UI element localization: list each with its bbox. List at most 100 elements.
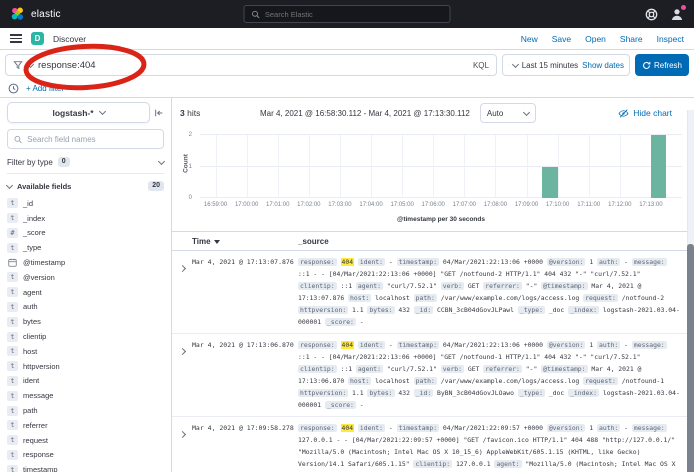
time-range-label[interactable]: Last 15 minutes bbox=[522, 61, 578, 70]
hide-chart-button[interactable]: Hide chart bbox=[618, 108, 672, 119]
elastic-brand[interactable]: elastic bbox=[10, 7, 61, 21]
source-field-name: auth: bbox=[597, 341, 620, 349]
scrollbar-thumb[interactable] bbox=[687, 244, 694, 472]
chevron-down-icon[interactable] bbox=[27, 60, 34, 67]
sort-desc-icon[interactable] bbox=[214, 240, 220, 244]
x-tick-label: 17:07:00 bbox=[453, 202, 476, 208]
show-dates-button[interactable]: Show dates bbox=[582, 61, 624, 70]
filter-funnel-icon[interactable] bbox=[13, 60, 23, 70]
time-column-header[interactable]: Time bbox=[192, 237, 298, 246]
filter-options-icon[interactable] bbox=[8, 83, 19, 94]
available-fields-header[interactable]: Available fields 20 bbox=[7, 181, 164, 191]
x-tick-label: 16:59:00 bbox=[204, 202, 227, 208]
field-list: t_idt_index#_scoret_type@timestampt@vers… bbox=[7, 196, 164, 472]
field-item[interactable]: tauth bbox=[7, 300, 164, 315]
interval-select[interactable]: Auto bbox=[480, 103, 536, 123]
field-item[interactable]: @timestamp bbox=[7, 255, 164, 270]
field-item[interactable]: t_id bbox=[7, 196, 164, 211]
notification-dot bbox=[681, 5, 686, 10]
histogram-bar[interactable] bbox=[542, 167, 558, 199]
doc-time: Mar 4, 2021 @ 17:13:07.876 bbox=[192, 256, 298, 328]
source-field-name: timestamp: bbox=[397, 341, 439, 349]
hits-count: 3 hits bbox=[180, 108, 260, 118]
index-pattern-select[interactable]: logstash-* bbox=[7, 102, 150, 123]
field-name: httpversion bbox=[23, 362, 60, 371]
query-input[interactable]: response:404 KQL bbox=[5, 54, 497, 76]
text-field-icon: t bbox=[7, 287, 18, 297]
collapse-sidebar-icon[interactable] bbox=[154, 108, 164, 118]
y-tick-label: 1 bbox=[189, 164, 192, 170]
query-language-button[interactable]: KQL bbox=[469, 61, 489, 70]
share-button[interactable]: Share bbox=[620, 34, 643, 44]
chevron-right-icon bbox=[179, 348, 186, 355]
field-item[interactable]: treferrer bbox=[7, 418, 164, 433]
field-item[interactable]: tident bbox=[7, 374, 164, 389]
save-button[interactable]: Save bbox=[552, 34, 571, 44]
date-picker[interactable]: Last 15 minutes Show dates bbox=[502, 54, 630, 76]
inspect-button[interactable]: Inspect bbox=[657, 34, 684, 44]
menu-icon[interactable] bbox=[10, 34, 22, 43]
source-field-name: path: bbox=[414, 377, 437, 385]
field-item[interactable]: tresponse bbox=[7, 448, 164, 463]
field-item[interactable]: tagent bbox=[7, 285, 164, 300]
help-icon[interactable] bbox=[645, 8, 658, 21]
source-field-name: bytes: bbox=[367, 389, 394, 397]
expand-row-button[interactable] bbox=[180, 422, 192, 472]
histogram-bar[interactable] bbox=[651, 135, 667, 198]
x-axis-ticks: 16:59:0017:00:0017:01:0017:02:0017:03:00… bbox=[200, 202, 682, 211]
calendar-icon[interactable] bbox=[508, 60, 509, 70]
text-field-icon: t bbox=[7, 332, 18, 342]
field-item[interactable]: #_score bbox=[7, 226, 164, 241]
scrollbar-track[interactable] bbox=[687, 110, 694, 472]
field-search-input[interactable] bbox=[27, 135, 157, 144]
text-field-icon: t bbox=[7, 465, 18, 472]
chevron-down-icon[interactable] bbox=[512, 60, 519, 67]
source-field-name: agent: bbox=[356, 365, 383, 373]
field-item[interactable]: tbytes bbox=[7, 314, 164, 329]
add-filter-button[interactable]: + Add filter bbox=[26, 84, 64, 93]
open-button[interactable]: Open bbox=[585, 34, 606, 44]
number-field-icon: # bbox=[7, 228, 18, 238]
expand-row-button[interactable] bbox=[180, 256, 192, 328]
source-field-name: timestamp: bbox=[397, 424, 439, 432]
content-body: logstash-* Filter by type 0 Available bbox=[0, 98, 694, 472]
field-name: request bbox=[23, 436, 48, 445]
user-avatar[interactable] bbox=[670, 7, 684, 21]
global-search-input[interactable] bbox=[265, 10, 443, 19]
source-field-name: _type: bbox=[518, 389, 545, 397]
x-tick-label: 17:04:00 bbox=[359, 202, 382, 208]
field-item[interactable]: tmessage bbox=[7, 388, 164, 403]
x-gridline bbox=[620, 135, 621, 198]
field-search[interactable] bbox=[7, 129, 164, 149]
histogram-plot[interactable] bbox=[200, 135, 682, 198]
refresh-icon bbox=[642, 61, 651, 70]
field-item[interactable]: tpath bbox=[7, 403, 164, 418]
source-field-name: _index: bbox=[568, 306, 599, 314]
hide-chart-label: Hide chart bbox=[633, 108, 672, 118]
source-field-name: path: bbox=[414, 294, 437, 302]
new-button[interactable]: New bbox=[521, 34, 538, 44]
expand-row-button[interactable] bbox=[180, 339, 192, 411]
field-item[interactable]: t_index bbox=[7, 211, 164, 226]
field-item[interactable]: t@version bbox=[7, 270, 164, 285]
field-item[interactable]: thttpversion bbox=[7, 359, 164, 374]
field-name: timestamp bbox=[23, 465, 58, 472]
field-item[interactable]: trequest bbox=[7, 433, 164, 448]
field-item[interactable]: t timestamp bbox=[7, 462, 164, 472]
top-nav-actions: New Save Open Share Inspect bbox=[521, 34, 684, 44]
source-field-name: verb: bbox=[441, 282, 464, 290]
query-text[interactable]: response:404 bbox=[38, 60, 464, 71]
filter-by-type[interactable]: Filter by type 0 bbox=[7, 155, 164, 174]
field-name: auth bbox=[23, 302, 38, 311]
source-column-header: _source bbox=[298, 237, 694, 246]
field-item[interactable]: t clientip bbox=[7, 329, 164, 344]
field-item[interactable]: thost bbox=[7, 344, 164, 359]
global-search[interactable] bbox=[244, 5, 451, 23]
x-tick-label: 17:06:00 bbox=[422, 202, 445, 208]
x-tick-label: 17:13:00 bbox=[639, 202, 662, 208]
source-field-name: _id: bbox=[414, 306, 433, 314]
field-name: clientip bbox=[23, 332, 46, 341]
text-field-icon: t bbox=[7, 346, 18, 356]
field-item[interactable]: t_type bbox=[7, 240, 164, 255]
refresh-button[interactable]: Refresh bbox=[635, 54, 689, 76]
